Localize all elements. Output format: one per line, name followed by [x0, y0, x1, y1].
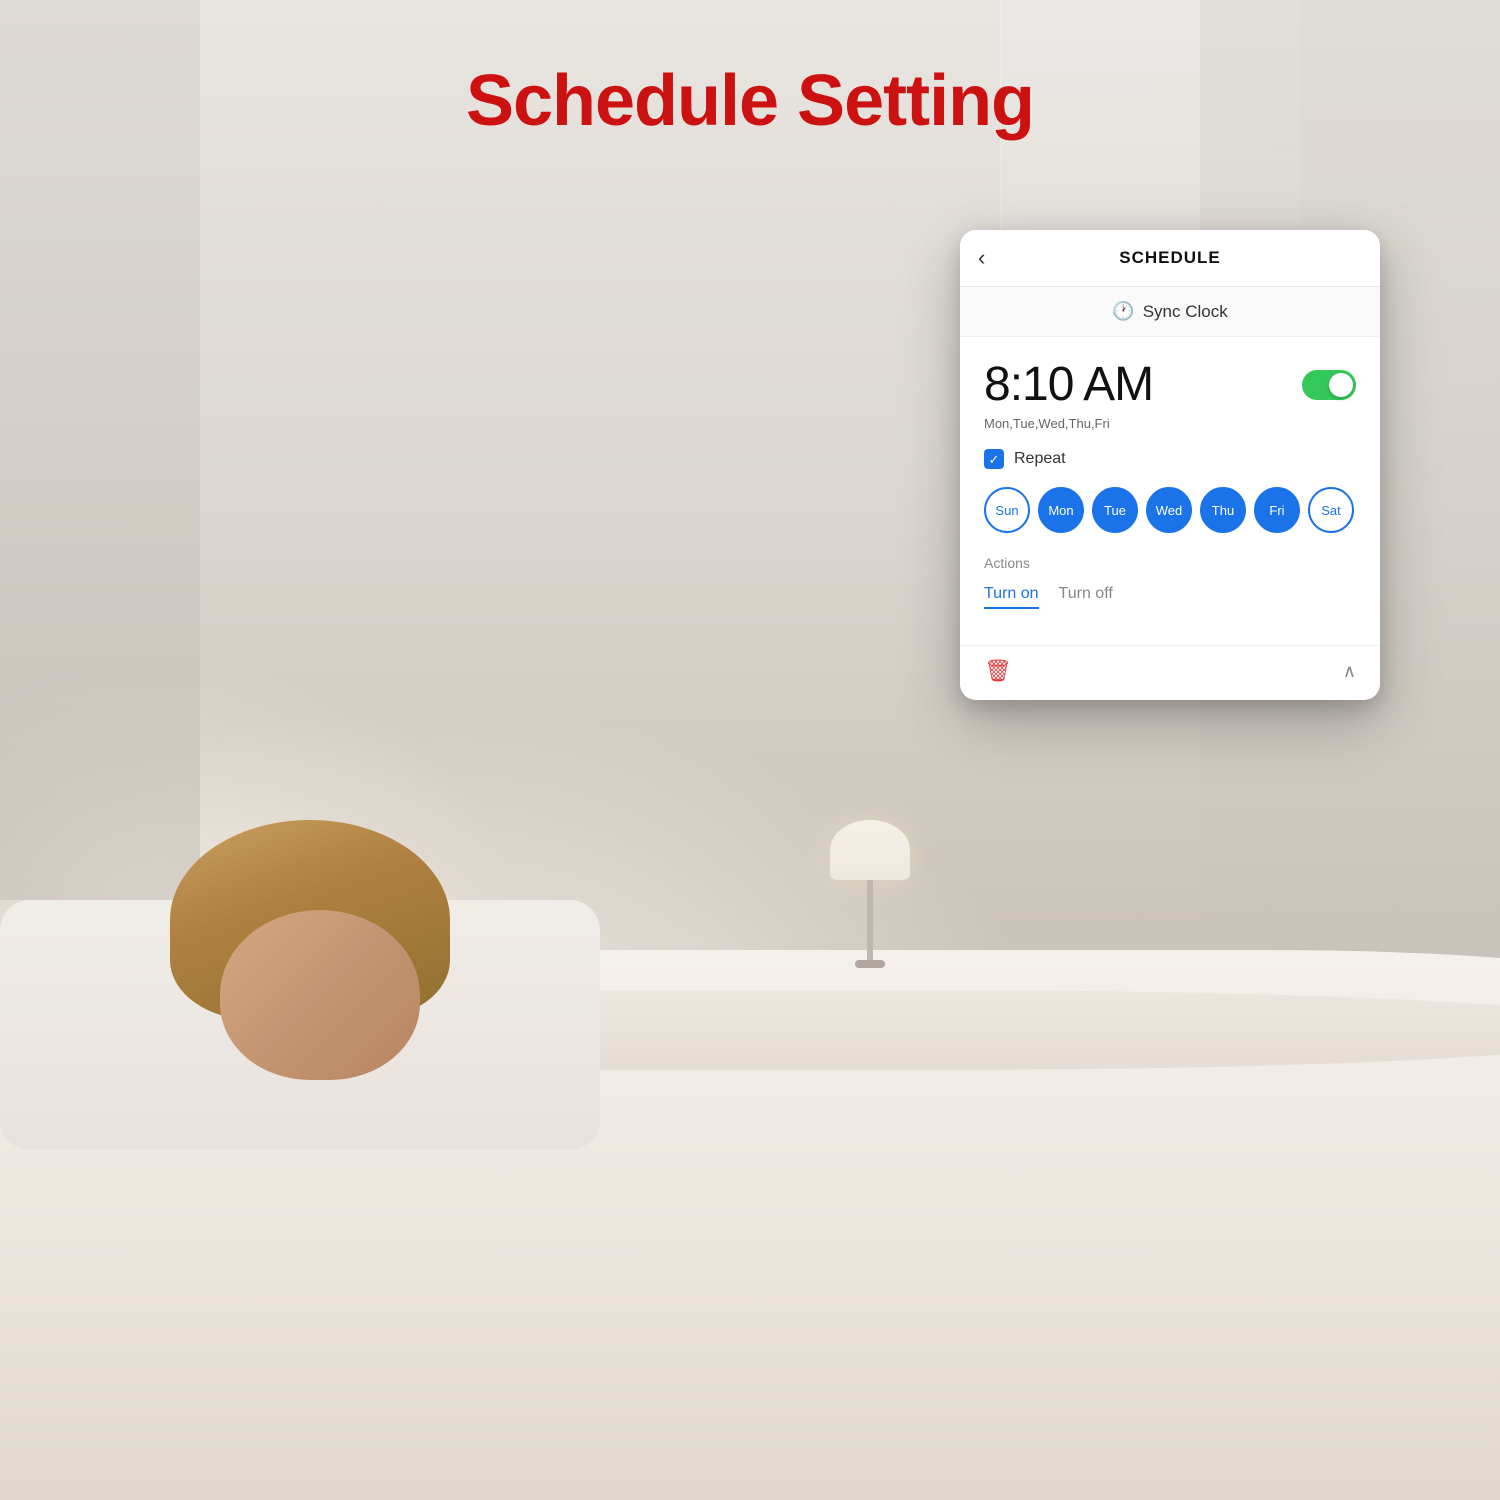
lamp-shade [830, 820, 910, 880]
toggle-knob [1329, 373, 1353, 397]
day-btn-fri[interactable]: Fri [1254, 487, 1300, 533]
time-row: 8:10 AM [984, 357, 1356, 412]
time-display[interactable]: 8:10 AM [984, 357, 1153, 412]
repeat-checkbox[interactable]: ✓ [984, 449, 1004, 469]
day-btn-sat[interactable]: Sat [1308, 487, 1354, 533]
back-button[interactable]: ‹ [978, 245, 985, 271]
curtain-left [0, 0, 200, 900]
turn-off-button[interactable]: Turn off [1059, 581, 1113, 609]
day-btn-tue[interactable]: Tue [1092, 487, 1138, 533]
day-btn-mon[interactable]: Mon [1038, 487, 1084, 533]
page-title: Schedule Setting [466, 60, 1034, 142]
days-of-week: SunMonTueWedThuFriSat [984, 487, 1356, 533]
checkbox-check-icon: ✓ [989, 453, 1000, 466]
repeat-label: Repeat [1014, 450, 1066, 468]
turn-on-button[interactable]: Turn on [984, 581, 1039, 609]
day-btn-thu[interactable]: Thu [1200, 487, 1246, 533]
day-btn-sun[interactable]: Sun [984, 487, 1030, 533]
actions-row: Turn on Turn off [984, 581, 1356, 609]
collapse-button[interactable]: ∧ [1343, 661, 1356, 682]
sync-clock-label: Sync Clock [1143, 302, 1228, 322]
sync-clock-icon: 🕐 [1112, 301, 1134, 322]
days-summary: Mon,Tue,Wed,Thu,Fri [984, 416, 1356, 431]
lamp-area [820, 820, 920, 1020]
sync-clock-row[interactable]: 🕐 Sync Clock [960, 287, 1380, 337]
bottom-row: 🗑 ∧ [960, 645, 1380, 700]
app-card: ‹ SCHEDULE 🕐 Sync Clock 8:10 AM Mon,Tue,… [960, 230, 1380, 700]
toggle-switch[interactable] [1302, 370, 1356, 400]
app-header: ‹ SCHEDULE [960, 230, 1380, 287]
day-btn-wed[interactable]: Wed [1146, 487, 1192, 533]
actions-label: Actions [984, 555, 1356, 571]
schedule-title: SCHEDULE [1119, 248, 1221, 268]
lamp-base [867, 880, 873, 960]
schedule-content: 8:10 AM Mon,Tue,Wed,Thu,Fri ✓ Repeat Sun… [960, 337, 1380, 645]
repeat-row: ✓ Repeat [984, 449, 1356, 469]
lamp-foot [855, 960, 885, 968]
delete-button[interactable]: 🗑 [984, 658, 1012, 684]
